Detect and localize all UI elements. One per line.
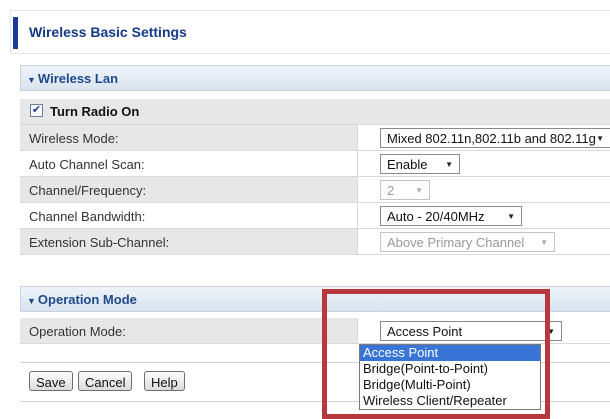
cancel-button[interactable]: Cancel bbox=[78, 371, 133, 391]
operation-mode-label: Operation Mode: bbox=[29, 324, 126, 339]
triangle-down-icon: ▼ bbox=[27, 296, 36, 306]
chevron-down-icon: ▼ bbox=[415, 186, 423, 195]
auto-channel-scan-value: Enable bbox=[387, 157, 428, 172]
channel-bandwidth-select[interactable]: Auto - 20/40MHz ▼ bbox=[380, 206, 522, 226]
channel-bandwidth-row: Channel Bandwidth: Auto - 20/40MHz ▼ bbox=[20, 203, 610, 229]
chevron-down-icon: ▼ bbox=[547, 327, 555, 336]
channel-frequency-value: 2 bbox=[387, 183, 395, 198]
channel-bandwidth-label: Channel Bandwidth: bbox=[29, 209, 146, 224]
operation-mode-dropdown-list: Access Point Bridge(Point-to-Point) Brid… bbox=[359, 344, 541, 410]
chevron-down-icon: ▼ bbox=[507, 212, 515, 221]
page-header: Wireless Basic Settings bbox=[10, 10, 610, 54]
checkmark-icon: ✔ bbox=[31, 104, 42, 116]
operation-mode-section-header[interactable]: ▼ Operation Mode bbox=[20, 286, 610, 312]
page-title: Wireless Basic Settings bbox=[29, 24, 187, 40]
channel-frequency-select[interactable]: 2 ▼ bbox=[380, 180, 430, 200]
channel-frequency-label: Channel/Frequency: bbox=[29, 183, 147, 198]
save-button[interactable]: Save bbox=[29, 371, 73, 391]
wireless-mode-row: Wireless Mode: Mixed 802.11n,802.11b and… bbox=[20, 125, 610, 151]
wireless-lan-section-header[interactable]: ▼ Wireless Lan bbox=[20, 65, 610, 91]
chevron-down-icon: ▼ bbox=[540, 238, 548, 247]
turn-radio-checkbox[interactable]: ✔ bbox=[30, 104, 43, 117]
dropdown-option-bridge-multipoint[interactable]: Bridge(Multi-Point) bbox=[360, 377, 540, 393]
extension-sub-channel-label: Extension Sub-Channel: bbox=[29, 235, 170, 250]
channel-bandwidth-value: Auto - 20/40MHz bbox=[387, 209, 485, 224]
auto-channel-scan-label: Auto Channel Scan: bbox=[29, 157, 145, 172]
operation-mode-header-label: Operation Mode bbox=[37, 292, 137, 307]
auto-channel-scan-select[interactable]: Enable ▼ bbox=[380, 154, 460, 174]
operation-mode-value: Access Point bbox=[387, 324, 463, 339]
auto-channel-scan-row: Auto Channel Scan: Enable ▼ bbox=[20, 151, 610, 177]
help-button[interactable]: Help bbox=[144, 371, 185, 391]
dropdown-option-wireless-client[interactable]: Wireless Client/Repeater bbox=[360, 393, 540, 409]
wireless-mode-label: Wireless Mode: bbox=[29, 131, 119, 146]
channel-frequency-row: Channel/Frequency: 2 ▼ bbox=[20, 177, 610, 203]
chevron-down-icon: ▼ bbox=[445, 160, 453, 169]
turn-radio-label: Turn Radio On bbox=[50, 104, 140, 119]
wireless-mode-value: Mixed 802.11n,802.11b and 802.11g bbox=[387, 131, 596, 146]
dropdown-option-access-point[interactable]: Access Point bbox=[360, 345, 540, 361]
header-accent-bar bbox=[13, 17, 18, 49]
extension-sub-channel-select[interactable]: Above Primary Channel ▼ bbox=[380, 232, 555, 252]
wireless-lan-header-label: Wireless Lan bbox=[37, 71, 119, 86]
turn-radio-row: ✔ Turn Radio On bbox=[20, 99, 610, 125]
chevron-down-icon: ▼ bbox=[596, 134, 604, 143]
operation-mode-row: Operation Mode: Access Point ▼ bbox=[20, 318, 610, 344]
wireless-mode-select[interactable]: Mixed 802.11n,802.11b and 802.11g ▼ bbox=[380, 128, 610, 148]
dropdown-option-bridge-ptp[interactable]: Bridge(Point-to-Point) bbox=[360, 361, 540, 377]
extension-sub-channel-value: Above Primary Channel bbox=[387, 235, 525, 250]
extension-sub-channel-row: Extension Sub-Channel: Above Primary Cha… bbox=[20, 229, 610, 255]
operation-mode-select[interactable]: Access Point ▼ bbox=[380, 321, 562, 341]
triangle-down-icon: ▼ bbox=[27, 75, 36, 85]
